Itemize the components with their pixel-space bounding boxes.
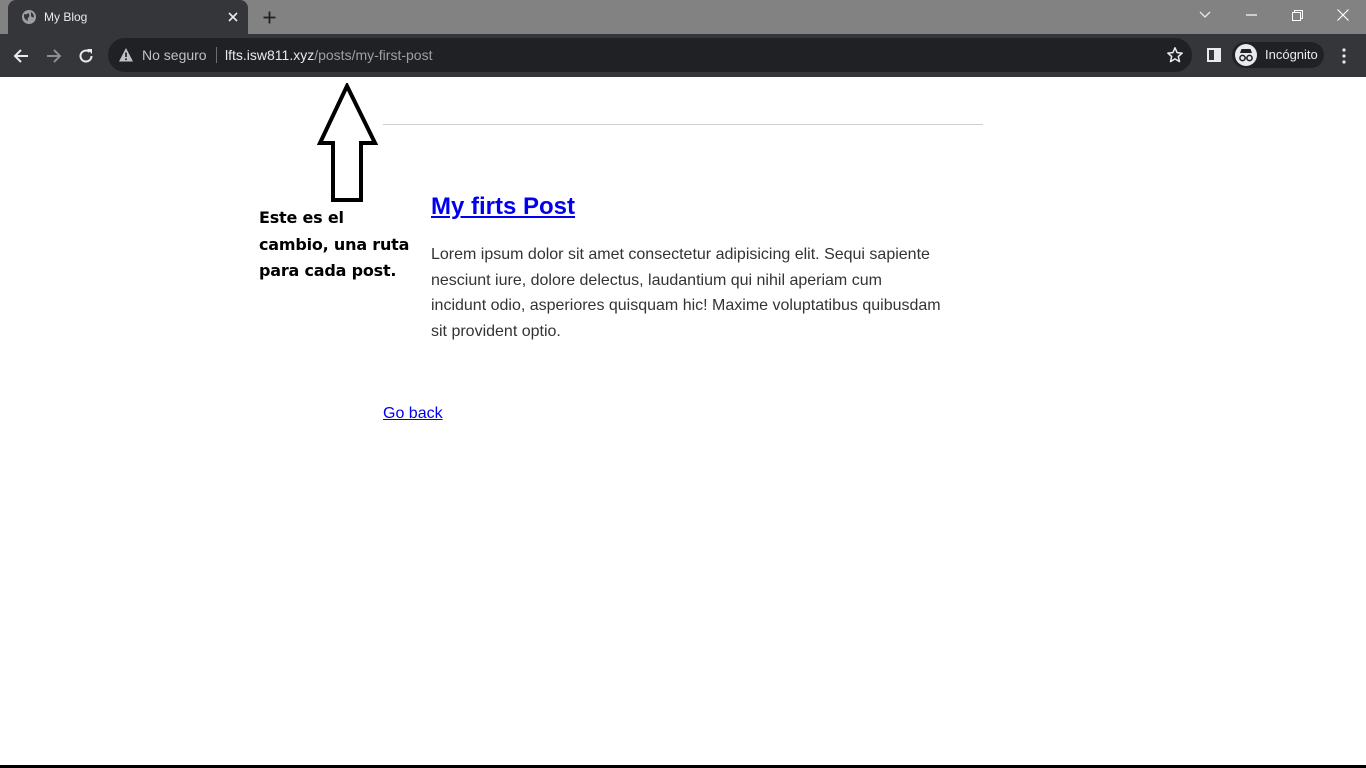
url-text[interactable]: lfts.isw811.xyz/posts/my-first-post xyxy=(225,47,432,63)
incognito-icon xyxy=(1235,44,1257,66)
close-icon[interactable] xyxy=(224,8,242,26)
tab-strip: My Blog xyxy=(0,0,1366,34)
warning-icon[interactable] xyxy=(118,47,134,63)
kebab-menu-icon[interactable] xyxy=(1334,43,1354,69)
address-bar[interactable]: No seguro lfts.isw811.xyz/posts/my-first… xyxy=(108,38,1192,72)
annotation-line: para cada post. xyxy=(259,261,397,280)
incognito-profile-button[interactable]: Incógnito xyxy=(1232,42,1324,68)
security-status-label[interactable]: No seguro xyxy=(142,47,207,63)
arrow-left-icon[interactable] xyxy=(8,43,34,69)
address-bar-separator xyxy=(216,47,217,63)
reload-icon[interactable] xyxy=(73,43,99,69)
chevron-down-icon[interactable] xyxy=(1182,0,1228,30)
annotation-line: cambio, una ruta xyxy=(259,234,410,254)
url-path: /posts/my-first-post xyxy=(314,47,433,63)
url-host: lfts.isw811.xyz xyxy=(225,47,315,63)
annotation-line: Este es el xyxy=(259,208,344,227)
annotation-note: Este es el cambio, una ruta para cada po… xyxy=(259,205,419,285)
browser-tab[interactable]: My Blog xyxy=(8,0,248,34)
incognito-label: Incógnito xyxy=(1265,47,1318,62)
globe-icon xyxy=(21,9,37,25)
annotation-up-arrow xyxy=(316,83,379,202)
post-excerpt: Lorem ipsum dolor sit amet consectetur a… xyxy=(431,246,941,340)
minimize-icon[interactable] xyxy=(1228,0,1274,30)
tab-title: My Blog xyxy=(44,10,88,24)
star-icon[interactable] xyxy=(1166,46,1184,64)
go-back-link[interactable]: Go back xyxy=(383,405,443,423)
side-panel-icon[interactable] xyxy=(1203,43,1225,67)
window-close-icon[interactable] xyxy=(1320,0,1366,30)
header-divider xyxy=(383,124,983,125)
post-title-link[interactable]: My firts Post xyxy=(431,193,575,221)
restore-icon[interactable] xyxy=(1274,0,1320,30)
plus-icon[interactable] xyxy=(258,6,280,28)
web-page: Este es el cambio, una ruta para cada po… xyxy=(0,77,1366,768)
arrow-right-icon[interactable] xyxy=(41,43,67,69)
browser-toolbar: No seguro lfts.isw811.xyz/posts/my-first… xyxy=(0,34,1366,77)
